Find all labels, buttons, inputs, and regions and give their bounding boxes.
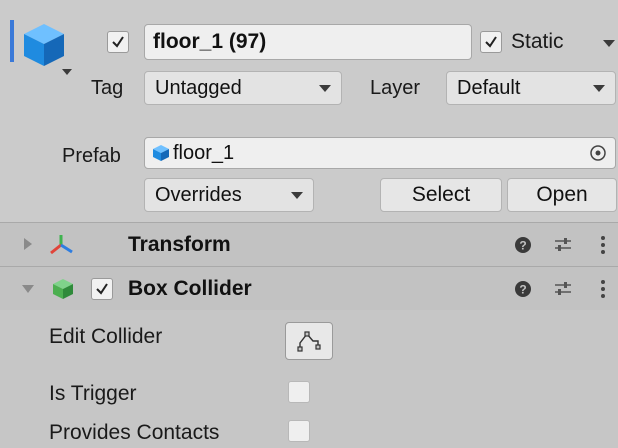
help-icon[interactable]: ? xyxy=(514,236,532,254)
chevron-down-icon xyxy=(593,84,605,92)
prefab-label: Prefab xyxy=(62,145,121,167)
static-dropdown-caret[interactable] xyxy=(603,40,615,47)
active-checkbox[interactable] xyxy=(107,31,129,53)
check-icon xyxy=(96,283,108,295)
object-name-text: floor_1 (97) xyxy=(153,30,267,53)
overrides-dropdown[interactable]: Overrides xyxy=(144,178,314,212)
svg-text:?: ? xyxy=(519,283,526,297)
selection-indicator xyxy=(10,20,14,62)
layer-label: Layer xyxy=(370,77,421,99)
help-icon[interactable]: ? xyxy=(514,280,532,298)
svg-text:?: ? xyxy=(519,239,526,253)
layer-dropdown[interactable]: Default xyxy=(446,71,616,105)
is-trigger-label: Is Trigger xyxy=(49,382,137,405)
overrides-label: Overrides xyxy=(155,183,242,206)
tag-dropdown[interactable]: Untagged xyxy=(144,71,342,105)
box-collider-icon xyxy=(53,279,73,299)
static-checkbox[interactable] xyxy=(480,31,502,53)
prefab-field[interactable]: floor_1 xyxy=(144,137,616,169)
static-label: Static xyxy=(511,30,564,53)
tag-label: Tag xyxy=(91,77,124,99)
component-title-box-collider: Box Collider xyxy=(128,277,252,300)
edit-collider-button[interactable] xyxy=(285,322,333,360)
kebab-menu-icon[interactable] xyxy=(600,279,606,299)
prefab-value: floor_1 xyxy=(173,141,235,164)
layer-value: Default xyxy=(457,76,521,99)
foldout-arrow-expanded-icon[interactable] xyxy=(22,285,34,293)
is-trigger-checkbox[interactable] xyxy=(288,381,310,403)
target-icon[interactable] xyxy=(589,144,607,162)
box-collider-enabled-checkbox[interactable] xyxy=(91,278,113,300)
select-button-label: Select xyxy=(411,183,471,206)
component-header-box-collider[interactable]: Box Collider ? xyxy=(0,266,618,310)
select-button[interactable]: Select xyxy=(380,178,502,212)
component-header-transform[interactable]: Transform ? xyxy=(0,222,618,266)
preset-sliders-icon[interactable] xyxy=(553,280,573,298)
open-button[interactable]: Open xyxy=(507,178,617,212)
chevron-down-icon xyxy=(319,84,331,92)
gameobject-cube-icon[interactable] xyxy=(22,22,72,80)
prefab-cube-icon xyxy=(153,145,169,161)
check-icon xyxy=(112,36,124,48)
component-title-transform: Transform xyxy=(128,233,231,256)
kebab-menu-icon[interactable] xyxy=(600,235,606,255)
object-name-field[interactable]: floor_1 (97) xyxy=(144,24,472,60)
check-icon xyxy=(485,36,497,48)
chevron-down-icon xyxy=(291,191,303,199)
transform-axes-icon xyxy=(50,235,73,255)
open-button-label: Open xyxy=(536,183,588,206)
tag-value: Untagged xyxy=(155,76,242,99)
foldout-arrow-collapsed-icon[interactable] xyxy=(24,238,32,250)
edit-collider-label: Edit Collider xyxy=(49,325,163,348)
preset-sliders-icon[interactable] xyxy=(553,236,573,254)
provides-contacts-checkbox[interactable] xyxy=(288,420,310,442)
edit-collider-icon xyxy=(297,331,321,352)
provides-contacts-label: Provides Contacts xyxy=(49,421,220,444)
